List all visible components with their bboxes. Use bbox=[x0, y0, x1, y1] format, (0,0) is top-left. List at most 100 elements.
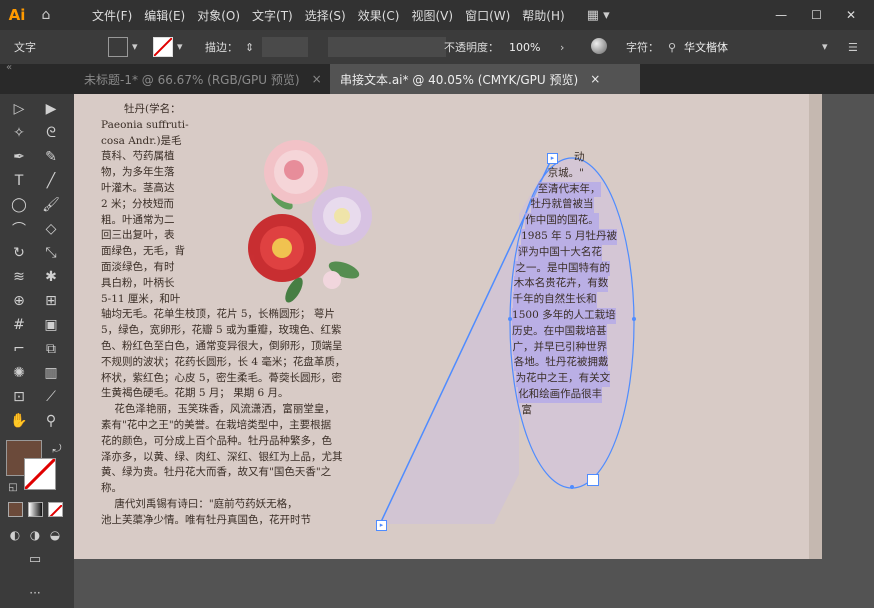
oval-text-line: 作中国的国花。 bbox=[525, 213, 599, 229]
home-icon[interactable]: ⌂ bbox=[34, 0, 58, 30]
rotate-tool-icon[interactable]: ↻ bbox=[8, 242, 30, 264]
color-mode-icon[interactable] bbox=[8, 502, 23, 517]
selection-tool-icon[interactable]: ▷ bbox=[8, 98, 30, 120]
width-tool-icon[interactable]: ≋ bbox=[8, 266, 30, 288]
artboard-tool-icon[interactable]: ⊡ bbox=[8, 386, 30, 408]
main-menu: 文件(F) 编辑(E) 对象(O) 文字(T) 选择(S) 效果(C) 视图(V… bbox=[86, 7, 571, 24]
minimize-icon[interactable]: — bbox=[775, 8, 787, 22]
fill-swatch[interactable] bbox=[108, 37, 128, 57]
draw-inside-icon[interactable]: ◒ bbox=[44, 524, 66, 546]
oval-text-line: 1985 年 5 月牡丹被 bbox=[521, 229, 618, 245]
oval-text-line: 京城。" bbox=[547, 166, 584, 179]
stepper-icon[interactable]: ⇕ bbox=[245, 41, 254, 54]
search-icon: ⚲ bbox=[668, 40, 677, 54]
stroke-label: 描边： bbox=[205, 41, 238, 54]
mesh-tool-icon[interactable]: # bbox=[8, 314, 30, 336]
stroke-swatch[interactable] bbox=[153, 37, 173, 57]
magic-wand-tool-icon[interactable]: ✧ bbox=[8, 122, 30, 144]
hand-tool-icon[interactable]: ✋ bbox=[8, 410, 30, 432]
none-mode-icon[interactable] bbox=[48, 502, 63, 517]
out-port-icon[interactable] bbox=[587, 474, 599, 486]
swap-colors-icon[interactable]: ⤾ bbox=[46, 438, 68, 460]
collapse-icon[interactable]: « bbox=[6, 62, 12, 73]
opacity-field[interactable]: 100% bbox=[505, 37, 559, 57]
close-tab-icon[interactable]: × bbox=[590, 72, 600, 86]
tab-label: 串接文本.ai* @ 40.05% (CMYK/GPU 预览) bbox=[340, 72, 579, 87]
oval-text-line: 之一。是中国特有的 bbox=[515, 260, 610, 277]
none-swatch-icon bbox=[154, 38, 172, 56]
menu-type[interactable]: 文字(T) bbox=[246, 7, 299, 24]
line-tool-icon[interactable]: ╱ bbox=[40, 170, 62, 192]
canvas-bleed-strip bbox=[809, 94, 822, 559]
none-swatch-icon bbox=[25, 459, 55, 489]
control-bar: 文字 ▾ ▾ 描边： ⇕ 不透明度： 100% › 字符： ⚲ 华文楷体 ▾ ☰ bbox=[0, 30, 874, 64]
eyedropper-tool-icon[interactable]: ⌐ bbox=[8, 338, 30, 360]
tab-label: 未标题-1* @ 66.67% (RGB/GPU 预览) bbox=[84, 72, 300, 87]
variable-width-field[interactable] bbox=[328, 37, 446, 57]
close-window-icon[interactable]: ✕ bbox=[846, 8, 856, 22]
stroke-color-box[interactable] bbox=[24, 458, 56, 490]
perspective-grid-tool-icon[interactable]: ⊞ bbox=[40, 290, 62, 312]
oval-text-line: 历史。在中国栽培甚 bbox=[512, 323, 607, 340]
maximize-icon[interactable]: ☐ bbox=[811, 8, 822, 22]
default-colors-icon[interactable]: ◱ bbox=[2, 476, 24, 498]
chevron-down-icon[interactable]: ▾ bbox=[132, 40, 138, 53]
shaper-tool-icon[interactable]: ⌒ bbox=[8, 218, 30, 240]
slice-tool-icon[interactable]: ⟋ bbox=[40, 386, 62, 408]
oval-text-line: 木本名贵花卉，有数 bbox=[513, 276, 609, 293]
in-port-icon[interactable]: ▸ bbox=[547, 153, 558, 164]
artboard[interactable]: 牡丹(学名： Paeonia suffruti-cosa Andr.)是毛 茛科、芍… bbox=[74, 94, 809, 559]
gradient-mode-icon[interactable] bbox=[28, 502, 43, 517]
more-tools-icon[interactable]: ··· bbox=[24, 582, 46, 604]
menu-file[interactable]: 文件(F) bbox=[86, 7, 138, 24]
puppet-warp-tool-icon[interactable]: ✱ bbox=[40, 266, 62, 288]
scale-tool-icon[interactable]: ⤡ bbox=[40, 242, 62, 264]
oval-text-line: 评为中国十大名花 bbox=[517, 244, 602, 261]
close-tab-icon[interactable]: × bbox=[312, 72, 322, 86]
oval-text-line: 为花中之王，有关文 bbox=[515, 371, 611, 387]
thread-out-port-icon[interactable]: ▸ bbox=[376, 520, 387, 531]
chevron-right-icon[interactable]: › bbox=[560, 41, 564, 54]
tab-untitled[interactable]: 未标题-1* @ 66.67% (RGB/GPU 预览) × bbox=[74, 64, 338, 94]
app-logo: Ai bbox=[8, 6, 26, 24]
chevron-down-icon[interactable]: ▾ bbox=[822, 40, 828, 53]
menu-edit[interactable]: 编辑(E) bbox=[138, 7, 191, 24]
eraser-tool-icon[interactable]: ◇ bbox=[40, 218, 62, 240]
menu-select[interactable]: 选择(S) bbox=[299, 7, 352, 24]
gradient-tool-icon[interactable]: ▣ bbox=[40, 314, 62, 336]
menu-window[interactable]: 窗口(W) bbox=[459, 7, 516, 24]
blend-tool-icon[interactable]: ⧉ bbox=[40, 338, 62, 360]
draw-normal-icon[interactable]: ◐ bbox=[4, 524, 26, 546]
window-controls: — ☐ ✕ bbox=[775, 8, 856, 22]
direct-selection-tool-icon[interactable]: ▶ bbox=[40, 98, 62, 120]
chevron-down-icon[interactable]: ▾ bbox=[177, 40, 183, 53]
pen-tool-icon[interactable]: ✒ bbox=[8, 146, 30, 168]
workspace-switcher-icon[interactable]: ▦ ▾ bbox=[587, 8, 610, 23]
menu-help[interactable]: 帮助(H) bbox=[516, 7, 570, 24]
menu-object[interactable]: 对象(O) bbox=[191, 7, 246, 24]
opacity-label: 不透明度： bbox=[444, 41, 499, 54]
lasso-tool-icon[interactable]: ᘓ bbox=[40, 122, 62, 144]
menu-effect[interactable]: 效果(C) bbox=[352, 7, 406, 24]
menu-view[interactable]: 视图(V) bbox=[405, 7, 459, 24]
stroke-width-field[interactable] bbox=[262, 37, 308, 57]
oval-text-line: 1500 多年的人工栽培 bbox=[512, 308, 616, 324]
type-tool-icon[interactable]: T bbox=[8, 170, 30, 192]
tools-panel: ▷ ▶ ✧ ᘓ ✒ ✎ T ╱ ◯ 🖌 ⌒ ◇ ↻ ⤡ ≋ ✱ ⊕ ⊞ # ▣ … bbox=[0, 94, 74, 608]
recolor-globe-icon[interactable] bbox=[591, 38, 607, 54]
zoom-tool-icon[interactable]: ⚲ bbox=[40, 410, 62, 432]
column-graph-tool-icon[interactable]: ▥ bbox=[40, 362, 62, 384]
text-path-overlay bbox=[379, 157, 636, 525]
ellipse-tool-icon[interactable]: ◯ bbox=[8, 194, 30, 216]
panel-menu-icon[interactable]: ☰ bbox=[848, 41, 858, 54]
symbol-sprayer-tool-icon[interactable]: ✺ bbox=[8, 362, 30, 384]
paintbrush-tool-icon[interactable]: 🖌 bbox=[40, 194, 62, 216]
tab-linked-text[interactable]: 串接文本.ai* @ 40.05% (CMYK/GPU 预览) × bbox=[330, 64, 640, 94]
draw-behind-icon[interactable]: ◑ bbox=[24, 524, 46, 546]
screen-mode-icon[interactable]: ▭ bbox=[24, 548, 46, 570]
shape-builder-tool-icon[interactable]: ⊕ bbox=[8, 290, 30, 312]
font-family-field[interactable]: 华文楷体 bbox=[680, 37, 828, 57]
document-tabs: « 未标题-1* @ 66.67% (RGB/GPU 预览) × 串接文本.ai… bbox=[0, 62, 874, 94]
oval-text-line: 广，并早已引种世界 bbox=[512, 339, 608, 356]
curvature-tool-icon[interactable]: ✎ bbox=[40, 146, 62, 168]
